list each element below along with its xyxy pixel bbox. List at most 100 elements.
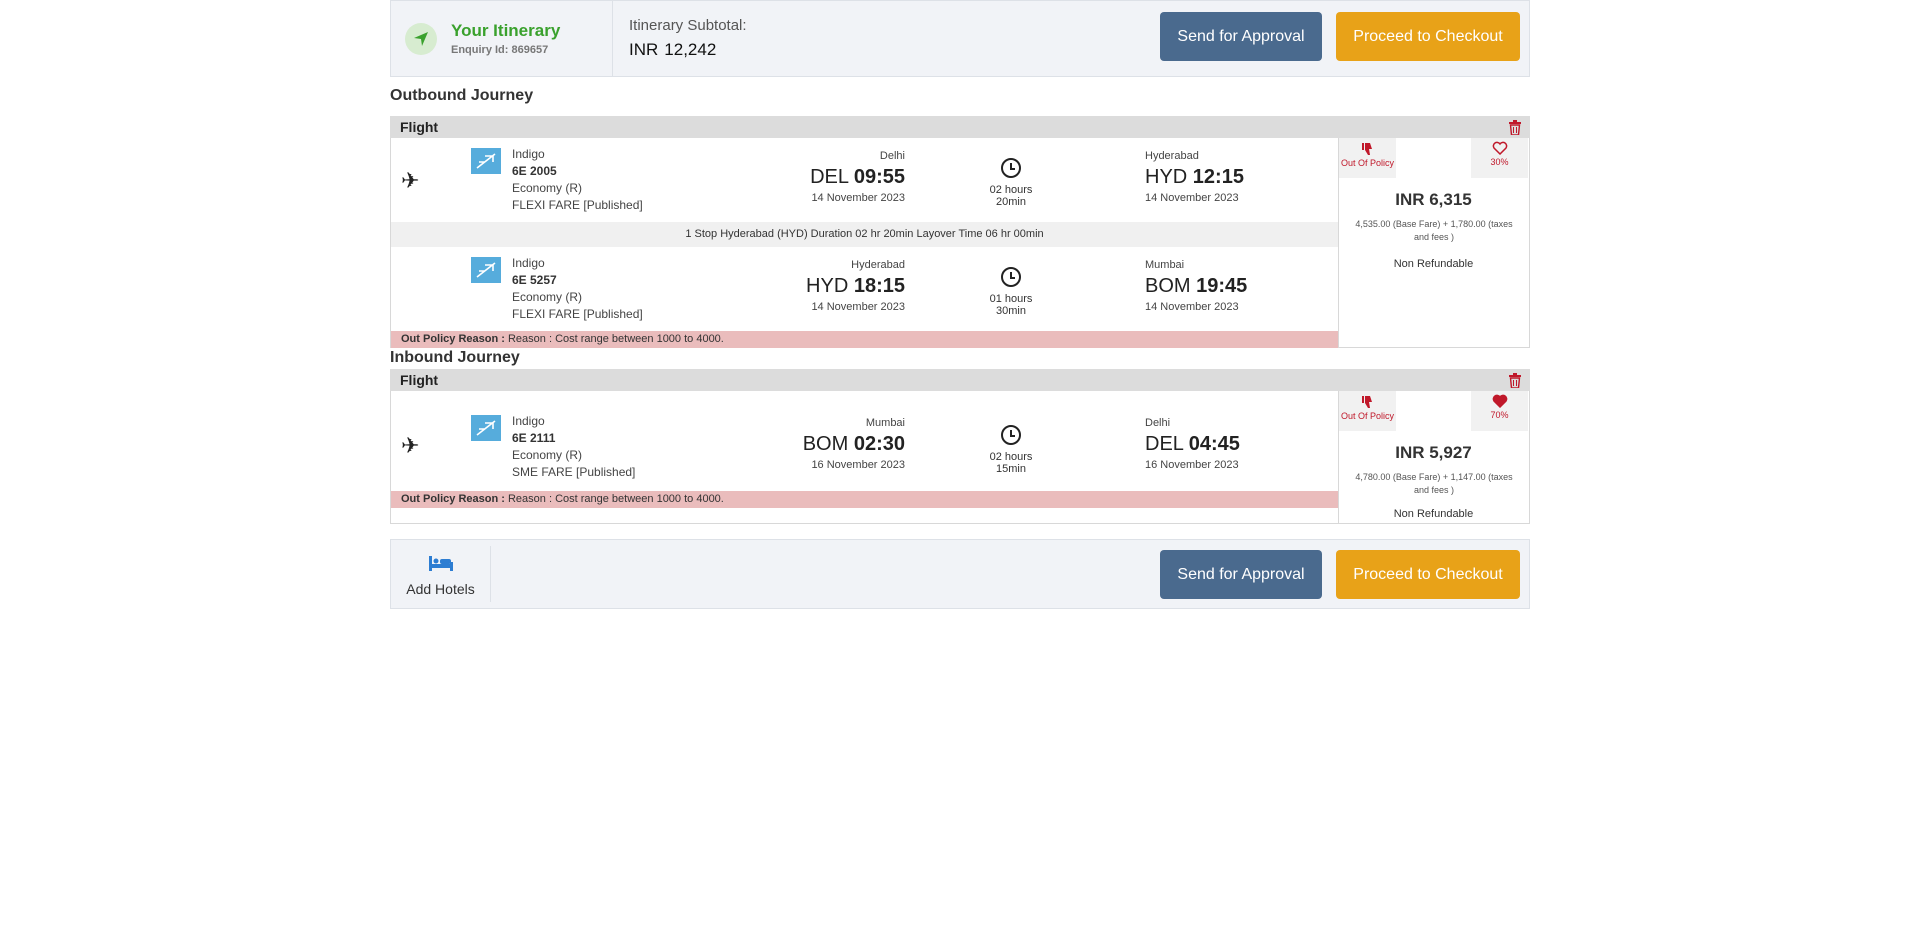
clock-icon bbox=[1001, 267, 1021, 287]
outbound-journey-title: Outbound Journey bbox=[390, 87, 534, 104]
flight-leg: ✈ Indigo 6E 2111 Economy (R) SME FARE [P… bbox=[391, 391, 1338, 491]
flight-number: 6E 2111 bbox=[512, 431, 556, 445]
departure-date: 16 November 2023 bbox=[811, 459, 905, 471]
proceed-to-checkout-button[interactable]: Proceed to Checkout bbox=[1336, 12, 1520, 61]
arrival-time: HYD 12:15 bbox=[1145, 166, 1244, 189]
departure-clock: 18:15 bbox=[853, 275, 905, 297]
flight-leg: ✈ Indigo 6E 2005 Economy (R) FLEXI FARE … bbox=[391, 138, 1338, 222]
arrival-clock: 12:15 bbox=[1192, 166, 1244, 188]
arrival: Mumbai BOM 19:45 14 November 2023 bbox=[1145, 259, 1247, 313]
favourite-percent: 30% bbox=[1490, 157, 1509, 167]
departure-time: HYD 18:15 bbox=[806, 275, 905, 298]
fare-type: FLEXI FARE [Published] bbox=[512, 307, 643, 321]
inbound-journey-title: Inbound Journey bbox=[390, 349, 520, 366]
arrival-code: HYD bbox=[1145, 166, 1188, 188]
subtotal-currency: INR bbox=[629, 40, 659, 59]
flight-section-label: Flight bbox=[400, 119, 439, 135]
outbound-legs: ✈ Indigo 6E 2005 Economy (R) FLEXI FARE … bbox=[391, 138, 1338, 348]
outbound-flight-header: Flight bbox=[390, 116, 1530, 138]
delete-trash-icon[interactable] bbox=[1508, 120, 1522, 135]
inbound-flight-header: Flight bbox=[390, 369, 1530, 391]
departure-city: Delhi bbox=[879, 150, 905, 162]
duration: 02 hours 15min bbox=[981, 425, 1041, 475]
flight-number: 6E 5257 bbox=[512, 273, 557, 287]
departure-code: HYD bbox=[806, 275, 849, 297]
arrival-clock: 04:45 bbox=[1188, 433, 1240, 455]
arrival-date: 16 November 2023 bbox=[1145, 459, 1239, 471]
cabin-class: Economy (R) bbox=[512, 448, 583, 462]
favourite-badge[interactable]: 30% bbox=[1471, 138, 1528, 178]
out-of-policy-badge: Out Of Policy bbox=[1339, 138, 1396, 178]
heart-icon bbox=[1492, 141, 1507, 156]
policy-label: Out Policy Reason : bbox=[401, 493, 505, 505]
out-of-policy-label: Out Of Policy bbox=[1340, 158, 1394, 168]
departure: Mumbai BOM 02:30 16 November 2023 bbox=[803, 417, 905, 471]
flight-section-label: Flight bbox=[400, 372, 439, 388]
refund-status: Non Refundable bbox=[1393, 508, 1474, 520]
duration: 01 hours 30min bbox=[981, 267, 1041, 317]
send-for-approval-button[interactable]: Send for Approval bbox=[1160, 550, 1322, 599]
departure-date: 14 November 2023 bbox=[811, 192, 905, 204]
arrival-date: 14 November 2023 bbox=[1145, 192, 1239, 204]
airline-info: Indigo 6E 5257 Economy (R) FLEXI FARE [P… bbox=[512, 255, 643, 323]
out-policy-reason: Out Policy Reason : Reason : Cost range … bbox=[391, 491, 1338, 508]
out-policy-reason: Out Policy Reason : Reason : Cost range … bbox=[391, 331, 1338, 348]
duration-text: 01 hours 30min bbox=[989, 293, 1033, 317]
add-hotels-button[interactable]: Add Hotels bbox=[391, 546, 491, 602]
favourite-badge[interactable]: 70% bbox=[1471, 391, 1528, 431]
flight-leg: Indigo 6E 5257 Economy (R) FLEXI FARE [P… bbox=[391, 247, 1338, 331]
departure: Hyderabad HYD 18:15 14 November 2023 bbox=[806, 259, 905, 313]
outbound-flight-block: ✈ Indigo 6E 2005 Economy (R) FLEXI FARE … bbox=[390, 138, 1530, 348]
airline-logo-icon bbox=[471, 415, 501, 441]
thumbs-down-icon bbox=[1361, 143, 1372, 155]
send-for-approval-button[interactable]: Send for Approval bbox=[1160, 12, 1322, 61]
fare-breakdown: 4,535.00 (Base Fare) + 1,780.00 (taxes a… bbox=[1355, 219, 1513, 242]
departure: Delhi DEL 09:55 14 November 2023 bbox=[810, 150, 905, 204]
clock-icon bbox=[1001, 158, 1021, 178]
delete-trash-icon[interactable] bbox=[1508, 373, 1522, 388]
arrival-city: Delhi bbox=[1145, 417, 1171, 429]
departure-date: 14 November 2023 bbox=[811, 301, 905, 313]
heart-icon bbox=[1492, 394, 1507, 409]
departure-city: Hyderabad bbox=[851, 259, 905, 271]
arrival-time: DEL 04:45 bbox=[1145, 433, 1240, 456]
arrival: Delhi DEL 04:45 16 November 2023 bbox=[1145, 417, 1240, 471]
fare-breakdown: 4,780.00 (Base Fare) + 1,147.00 (taxes a… bbox=[1355, 472, 1513, 495]
inbound-legs: ✈ Indigo 6E 2111 Economy (R) SME FARE [P… bbox=[391, 391, 1338, 523]
itinerary-summary: Your Itinerary Enquiry Id: 869657 bbox=[391, 1, 613, 76]
stop-info: 1 Stop Hyderabad (HYD) Duration 02 hr 20… bbox=[391, 222, 1338, 247]
refund-status: Non Refundable bbox=[1393, 258, 1474, 270]
departure-code: DEL bbox=[810, 166, 849, 188]
airline-info: Indigo 6E 2005 Economy (R) FLEXI FARE [P… bbox=[512, 146, 643, 214]
arrival-code: BOM bbox=[1145, 275, 1191, 297]
airplane-icon: ✈ bbox=[401, 168, 420, 193]
favourite-percent: 70% bbox=[1490, 410, 1509, 420]
out-of-policy-label: Out Of Policy bbox=[1340, 411, 1394, 421]
enquiry-id: Enquiry Id: 869657 bbox=[451, 44, 549, 56]
airline-name: Indigo bbox=[512, 256, 545, 270]
airline-logo-icon bbox=[471, 148, 501, 174]
arrival-city: Mumbai bbox=[1145, 259, 1185, 271]
proceed-to-checkout-button[interactable]: Proceed to Checkout bbox=[1336, 550, 1520, 599]
arrival-code: DEL bbox=[1145, 433, 1184, 455]
airline-name: Indigo bbox=[512, 414, 545, 428]
cabin-class: Economy (R) bbox=[512, 181, 583, 195]
clock-icon bbox=[1001, 425, 1021, 445]
policy-label: Out Policy Reason : bbox=[401, 333, 505, 345]
departure-clock: 02:30 bbox=[853, 433, 905, 455]
itinerary-footer: Add Hotels Send for Approval Proceed to … bbox=[390, 539, 1530, 609]
airline-logo-icon bbox=[471, 257, 501, 283]
arrival-time: BOM 19:45 bbox=[1145, 275, 1247, 298]
inbound-fare: Out Of Policy 70% INR 5,927 4,780.00 (Ba… bbox=[1338, 391, 1528, 523]
departure-time: DEL 09:55 bbox=[810, 166, 905, 189]
arrival-date: 14 November 2023 bbox=[1145, 301, 1239, 313]
duration-text: 02 hours 20min bbox=[989, 184, 1033, 208]
flight-number: 6E 2005 bbox=[512, 164, 557, 178]
navigation-arrow-icon bbox=[405, 22, 437, 55]
inbound-flight-block: ✈ Indigo 6E 2111 Economy (R) SME FARE [P… bbox=[390, 391, 1530, 524]
duration-text: 02 hours 15min bbox=[989, 451, 1033, 475]
fare-type: FLEXI FARE [Published] bbox=[512, 198, 643, 212]
airline-info: Indigo 6E 2111 Economy (R) SME FARE [Pub… bbox=[512, 413, 635, 481]
cabin-class: Economy (R) bbox=[512, 290, 583, 304]
itinerary-subtotal: Itinerary Subtotal: INR 12,242 bbox=[613, 17, 747, 60]
